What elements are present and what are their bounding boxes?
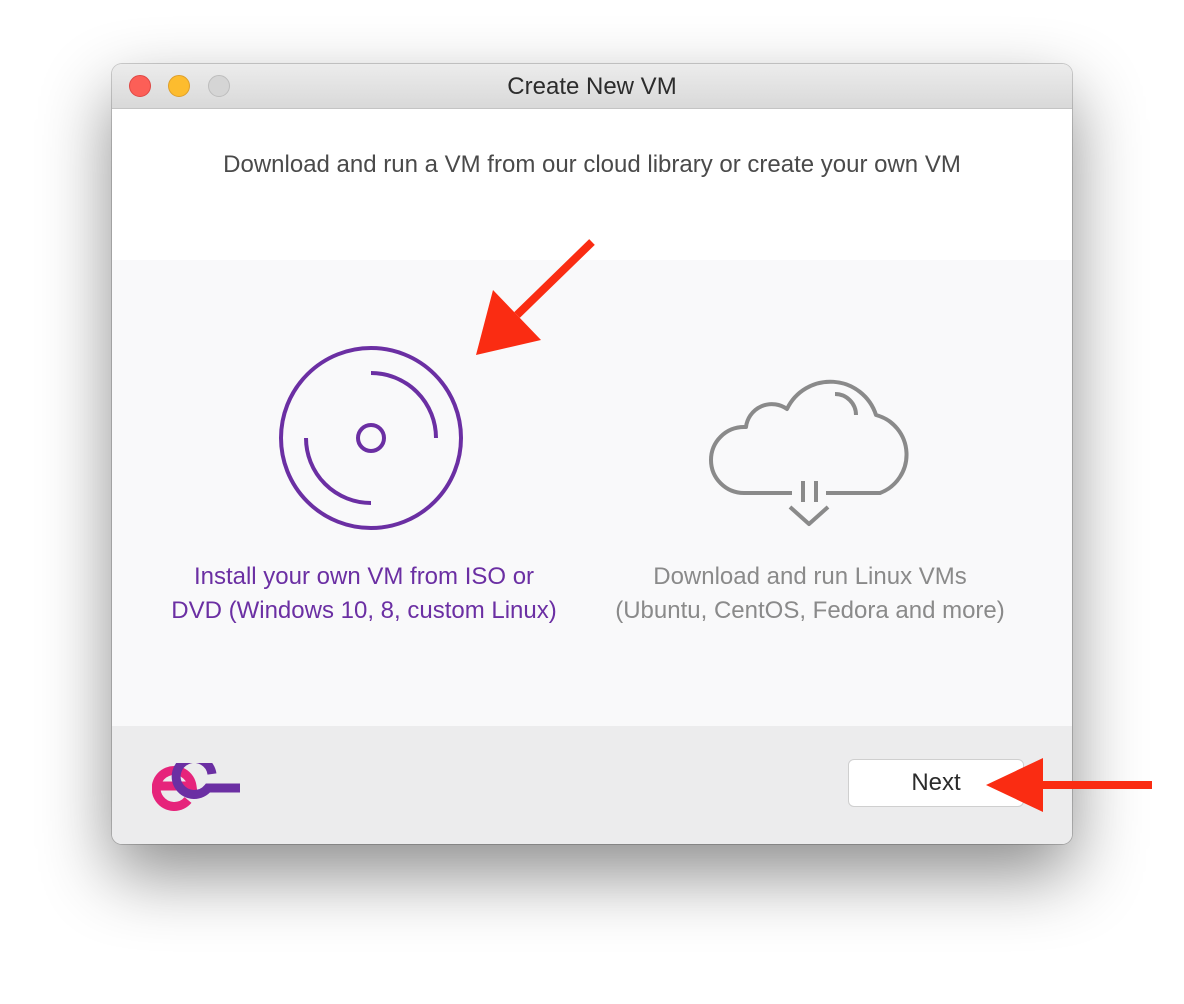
vm-options: Install your own VM from ISO or DVD (Win… <box>112 260 1072 726</box>
window-title: Create New VM <box>507 73 677 100</box>
footer-bar: Next <box>112 726 1072 844</box>
instruction-text: Download and run a VM from our cloud lib… <box>223 151 961 178</box>
cloud-download-icon <box>709 379 909 526</box>
install-from-iso-label: Install your own VM from ISO or DVD (Win… <box>124 560 604 628</box>
disc-icon <box>279 346 463 530</box>
create-vm-window: Create New VM Download and run a VM from… <box>112 64 1072 844</box>
download-linux-vms-option[interactable]: Download and run Linux VMs (Ubuntu, Cent… <box>592 260 1072 726</box>
header-area: Download and run a VM from our cloud lib… <box>112 109 1072 260</box>
screenshot-stage: Create New VM Download and run a VM from… <box>0 0 1184 1004</box>
next-button[interactable]: Next <box>848 759 1024 807</box>
download-linux-vms-label: Download and run Linux VMs (Ubuntu, Cent… <box>570 560 1050 628</box>
title-bar[interactable]: Create New VM <box>112 64 1072 109</box>
download-linux-vms-label-line1: Download and run Linux VMs <box>653 563 967 590</box>
install-from-iso-label-line2: DVD (Windows 10, 8, custom Linux) <box>171 597 557 624</box>
install-from-iso-label-line1: Install your own VM from ISO or <box>193 563 535 590</box>
ee-logo-icon <box>152 763 240 811</box>
install-from-iso-option[interactable]: Install your own VM from ISO or DVD (Win… <box>112 260 592 726</box>
download-linux-vms-label-line2: (Ubuntu, CentOS, Fedora and more) <box>615 597 1005 624</box>
